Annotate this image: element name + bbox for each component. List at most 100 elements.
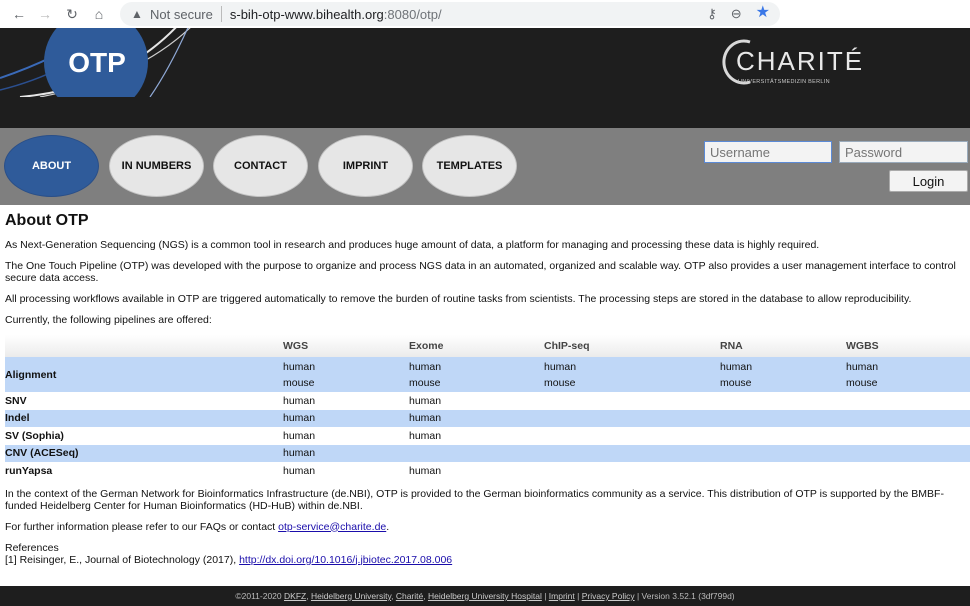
table-header: RNA: [720, 335, 846, 357]
table-cell: human: [409, 429, 442, 442]
contact-email-link[interactable]: otp-service@charite.de: [278, 521, 386, 533]
contact-prefix: For further information please refer to …: [5, 520, 279, 533]
reference-text: [1] Reisinger, E., Journal of Biotechnol…: [5, 553, 240, 566]
forward-arrow-icon[interactable]: →: [38, 7, 52, 21]
table-cell: human: [283, 464, 316, 477]
charite-logo[interactable]: CHARITÉ UNIVERSITÄTSMEDIZIN BERLIN: [718, 36, 862, 88]
table-cell: human: [283, 409, 409, 427]
table-cell: human: [409, 394, 442, 407]
reload-icon[interactable]: ↻: [65, 7, 79, 21]
table-cell: [720, 392, 846, 410]
references-block: References [1] Reisinger, E., Journal of…: [5, 542, 965, 566]
table-cell: human: [283, 394, 316, 407]
table-row: CNV (ACESeq) human: [5, 444, 970, 462]
row-label: Alignment: [5, 357, 283, 392]
otp-logo[interactable]: OTP: [0, 28, 200, 97]
footer-link-charite[interactable]: Charité: [396, 591, 423, 601]
footer-link-hospital[interactable]: Heidelberg University Hospital: [428, 591, 542, 601]
table-cell: [846, 462, 970, 480]
url-path: :8080/otp/: [383, 6, 442, 22]
table-cell: [544, 444, 720, 462]
header-band: [0, 97, 970, 128]
address-bar-actions: ⚷ ⊖ ★: [707, 5, 770, 22]
footer-link-privacy[interactable]: Privacy Policy: [582, 591, 635, 601]
address-separator: [220, 6, 222, 22]
login-button[interactable]: Login: [889, 170, 968, 192]
password-input[interactable]: [839, 141, 968, 163]
table-cell: [846, 427, 970, 445]
footer-version: | Version 3.52.1 (3df799d): [634, 591, 735, 601]
nav-contact[interactable]: CONTACT: [213, 135, 308, 197]
table-header: ChIP-seq: [544, 335, 720, 357]
page-title: About OTP: [5, 212, 89, 229]
table-cell: human: [409, 464, 442, 477]
table-cell: human: [283, 429, 316, 442]
footer-link-imprint[interactable]: Imprint: [549, 591, 575, 601]
table-cell: human mouse: [846, 357, 970, 392]
page-footer: ©2011-2020 DKFZ, Heidelberg University, …: [0, 586, 970, 606]
otp-description-paragraph: The One Touch Pipeline (OTP) was develop…: [5, 260, 956, 284]
table-cell: human: [283, 444, 409, 462]
row-label: CNV (ACESeq): [5, 444, 283, 462]
table-header: WGS: [283, 335, 409, 357]
table-cell: [720, 409, 846, 427]
table-cell: [544, 392, 720, 410]
partner-sub: UNIVERSITÄTSMEDIZIN BERLIN: [738, 79, 830, 85]
nav-imprint[interactable]: IMPRINT: [318, 135, 413, 197]
table-cell: [409, 444, 544, 462]
site-header: OTP CHARITÉ UNIVERSITÄTSMEDIZIN BERLIN: [0, 28, 970, 97]
table-row: SNV human human: [5, 392, 970, 410]
pipelines-intro: Currently, the following pipelines are o…: [5, 314, 212, 326]
table-cell: [544, 409, 720, 427]
references-label: References: [5, 541, 59, 554]
table-header: Exome: [409, 335, 544, 357]
bookmark-star-icon[interactable]: ★: [756, 5, 770, 22]
table-body: Alignment human mouse human mouse human mou…: [5, 357, 970, 480]
table-cell: [846, 392, 970, 410]
url-host: s-bih-otp-www.bihealth.org: [229, 6, 384, 22]
key-icon[interactable]: ⚷: [707, 6, 717, 22]
contact-suffix: .: [386, 520, 390, 533]
address-bar[interactable]: ▲ Not secure s-bih-otp-www.bihealth.org:…: [120, 2, 780, 26]
table-cell: human mouse: [720, 357, 846, 392]
table-cell: [544, 462, 720, 480]
logo-text: OTP: [68, 47, 126, 78]
warning-icon: ▲: [131, 7, 143, 21]
table-cell: [846, 444, 970, 462]
table-cell: [720, 462, 846, 480]
partner-name: CHARITÉ: [736, 46, 865, 76]
footer-link-dkfz[interactable]: DKFZ: [284, 591, 306, 601]
reference-doi-link[interactable]: http://dx.doi.org/10.1016/j.jbiotec.2017…: [239, 554, 452, 566]
table-header-row: WGS Exome ChIP-seq RNA WGBS: [5, 335, 970, 357]
table-cell: [846, 409, 970, 427]
table-cell: human: [409, 409, 544, 427]
row-label: SV (Sophia): [5, 429, 64, 442]
nav-in-numbers[interactable]: IN NUMBERS: [109, 135, 204, 197]
username-input[interactable]: [704, 141, 832, 163]
contact-line: For further information please refer to …: [5, 521, 965, 533]
footer-copyright: ©2011-2020: [235, 591, 285, 601]
security-status: Not secure: [150, 6, 213, 22]
table-cell: [720, 427, 846, 445]
intro-paragraph: As Next-Generation Sequencing (NGS) is a…: [5, 239, 820, 251]
pipelines-table: WGS Exome ChIP-seq RNA WGBS Alignment hum…: [5, 335, 970, 480]
nav-templates[interactable]: TEMPLATES: [422, 135, 517, 197]
row-label: Indel: [5, 409, 283, 427]
nav-about[interactable]: ABOUT: [4, 135, 99, 197]
table-cell: human mouse: [409, 357, 544, 392]
denbi-paragraph: In the context of the German Network for…: [5, 487, 944, 512]
table-header: [5, 335, 283, 357]
workflows-paragraph: All processing workflows available in OT…: [5, 293, 912, 305]
footer-link-heidelberg-university[interactable]: Heidelberg University: [311, 591, 391, 601]
table-cell: human mouse: [283, 357, 409, 392]
row-label: SNV: [5, 394, 27, 407]
row-label: runYapsa: [5, 464, 53, 477]
main-content: About OTP As Next-Generation Sequencing …: [0, 205, 970, 566]
table-header: WGBS: [846, 335, 970, 357]
home-icon[interactable]: ⌂: [92, 7, 106, 21]
table-cell: [544, 427, 720, 445]
zoom-icon[interactable]: ⊖: [731, 6, 742, 22]
back-arrow-icon[interactable]: ←: [12, 7, 26, 21]
table-row: Indel human human: [5, 409, 970, 427]
table-cell: [720, 444, 846, 462]
